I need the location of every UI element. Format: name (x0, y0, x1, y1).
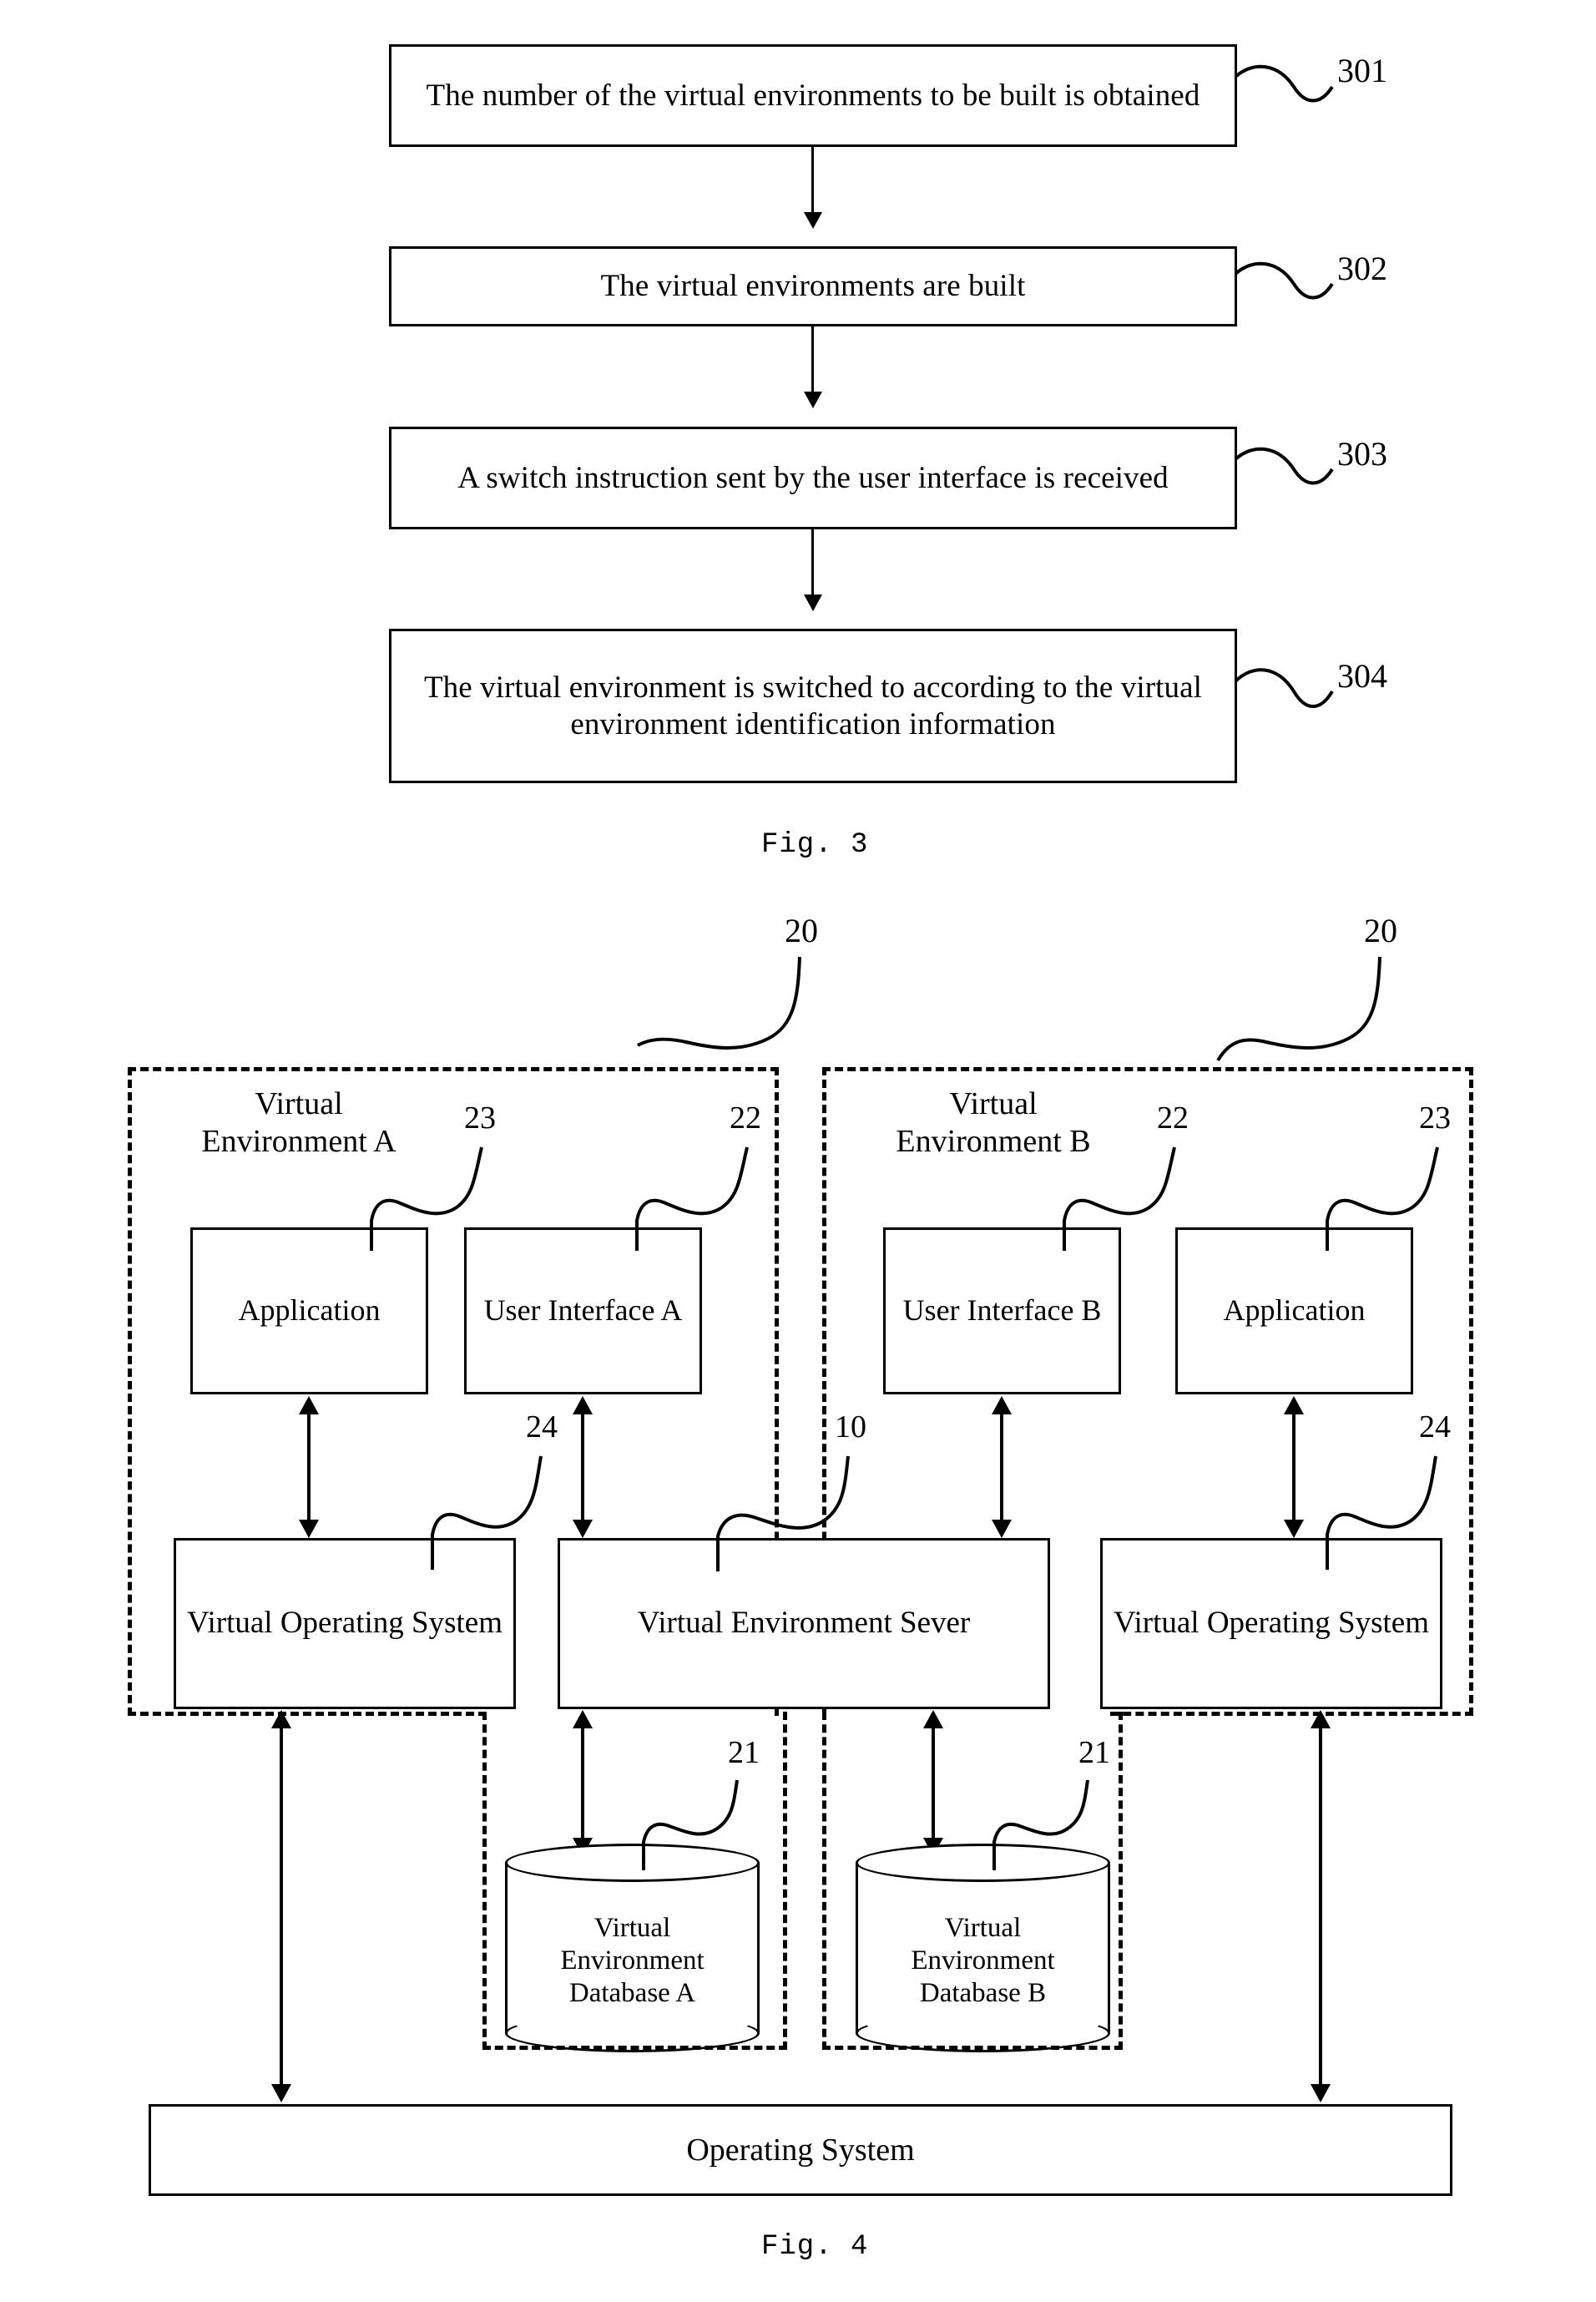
env-a-virtual-os-label: Virtual Operating System (187, 1606, 503, 1641)
env-a-database-label: Virtual Environment Database A (560, 1913, 705, 2008)
ref-number-24-b: 24 (1419, 1409, 1451, 1444)
database-a-top-ellipse (505, 1844, 760, 1882)
ref-number-23-a: 23 (464, 1100, 496, 1136)
operating-system-bar: Operating System (149, 2104, 1452, 2196)
ref-number-21-a: 21 (728, 1735, 760, 1770)
env-b-user-interface-box: User Interface B (883, 1227, 1121, 1394)
env-b-virtual-os-box: Virtual Operating System (1100, 1538, 1442, 1709)
arrow-app-b-to-vos-b (1284, 1396, 1304, 1538)
ref-number-24-a: 24 (526, 1409, 558, 1444)
env-b-user-interface-label: User Interface B (902, 1293, 1102, 1328)
arrow-server-to-database-a (573, 1710, 593, 1856)
env-b-virtual-os-label: Virtual Operating System (1114, 1606, 1429, 1641)
ref-number-10: 10 (835, 1409, 866, 1444)
database-b-bottom-ellipse (856, 2014, 1110, 2052)
leader-20-a (634, 952, 818, 1077)
env-b-dashed-bottom-right (1110, 1712, 1473, 1720)
ref-number-22-a: 22 (730, 1100, 761, 1136)
arrow-server-to-database-b (923, 1710, 943, 1856)
env-b-application-box: Application (1175, 1227, 1413, 1394)
operating-system-label: Operating System (686, 2133, 915, 2168)
env-a-application-box: Application (190, 1227, 428, 1394)
env-a-virtual-os-box: Virtual Operating System (174, 1538, 516, 1709)
arrow-ui-b-to-server (992, 1396, 1012, 1538)
env-a-user-interface-box: User Interface A (464, 1227, 702, 1394)
figure-4-caption: Fig. 4 (761, 2231, 869, 2263)
env-b-database-cylinder: Virtual Environment Database B (856, 1844, 1110, 2052)
env-a-application-label: Application (238, 1293, 381, 1328)
ref-number-20-a: 20 (785, 912, 818, 949)
env-b-database-label: Virtual Environment Database B (911, 1913, 1055, 2008)
ref-number-23-b: 23 (1419, 1100, 1451, 1136)
env-b-application-label: Application (1223, 1293, 1366, 1328)
arrow-vos-a-to-os (271, 1710, 291, 2102)
virtual-environment-server-box: Virtual Environment Sever (558, 1538, 1050, 1709)
leader-20-b (1215, 952, 1398, 1077)
env-a-database-cylinder: Virtual Environment Database A (505, 1844, 760, 2052)
env-b-label: Virtual Environment B (896, 1086, 1091, 1159)
ref-number-21-b: 21 (1078, 1735, 1110, 1770)
arrow-app-a-to-vos-a (299, 1396, 319, 1538)
env-a-label: Virtual Environment A (201, 1086, 396, 1159)
env-a-dashed-bottom-left (128, 1712, 487, 1720)
ref-number-20-b: 20 (1364, 912, 1397, 949)
figure-4: 20 20 Virtual Environment A Virtual Envi… (0, 0, 1596, 2302)
virtual-environment-server-label: Virtual Environment Sever (637, 1606, 971, 1641)
database-b-top-ellipse (856, 1844, 1110, 1882)
ref-number-22-b: 22 (1157, 1100, 1189, 1136)
arrow-vos-b-to-os (1311, 1710, 1331, 2102)
database-a-bottom-ellipse (505, 2014, 760, 2052)
env-a-user-interface-label: User Interface A (483, 1293, 683, 1328)
patent-figure-sheet: The number of the virtual environments t… (0, 0, 1596, 2302)
arrow-ui-a-to-server (573, 1396, 593, 1538)
